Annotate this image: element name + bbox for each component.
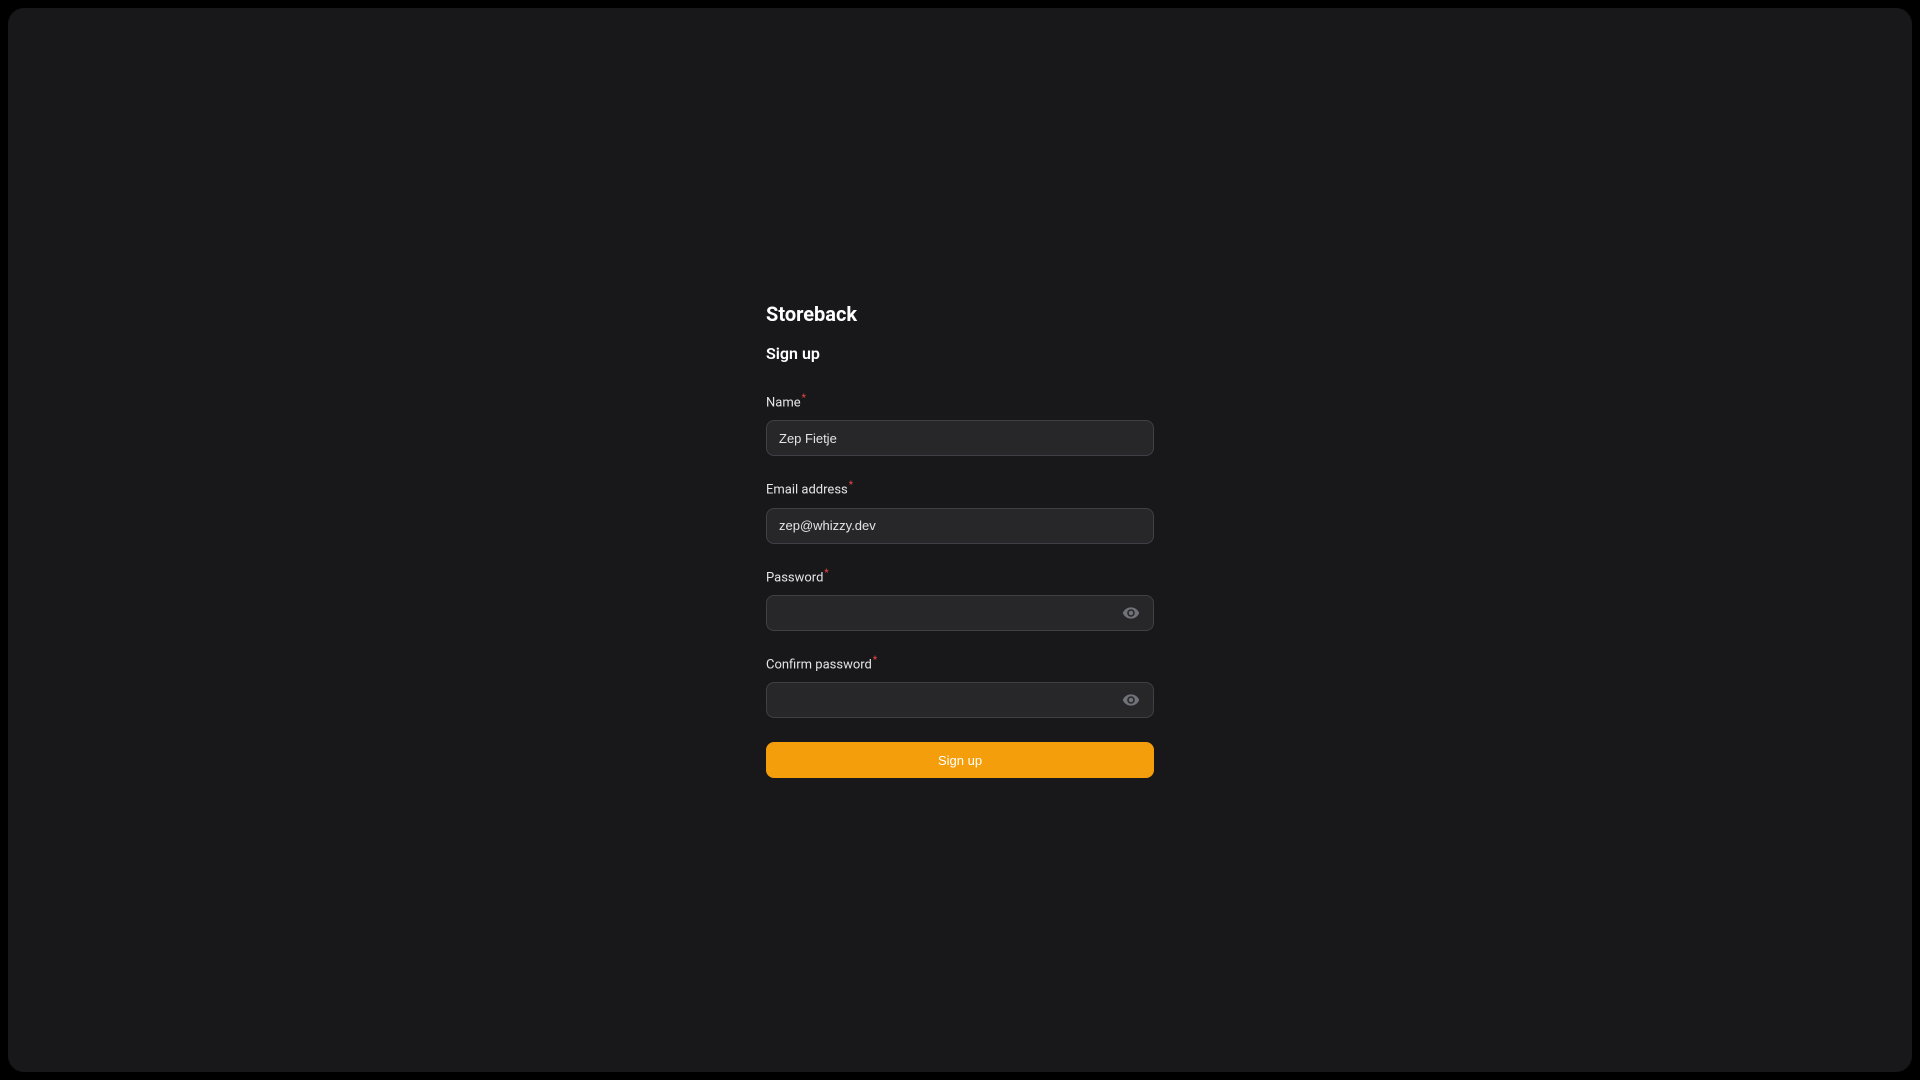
brand-title: Storeback	[766, 302, 1154, 326]
name-field-group: Name*	[766, 393, 1154, 456]
name-label-text: Name	[766, 395, 801, 410]
required-marker: *	[824, 568, 828, 579]
email-field-group: Email address*	[766, 480, 1154, 543]
password-input[interactable]	[766, 595, 1154, 631]
password-label-text: Password	[766, 570, 823, 585]
required-marker: *	[849, 480, 853, 491]
signup-button[interactable]: Sign up	[766, 742, 1154, 778]
confirm-password-visibility-toggle[interactable]	[1118, 687, 1144, 713]
email-label-text: Email address	[766, 483, 848, 498]
confirm-password-input[interactable]	[766, 682, 1154, 718]
eye-icon	[1122, 604, 1140, 622]
password-field-group: Password*	[766, 568, 1154, 631]
page-heading: Sign up	[766, 344, 1154, 363]
page-frame: Storeback Sign up Name* Email address* P…	[8, 8, 1912, 1072]
password-input-wrapper	[766, 595, 1154, 631]
email-label: Email address*	[766, 480, 1154, 497]
name-input[interactable]	[766, 420, 1154, 456]
password-label: Password*	[766, 568, 1154, 585]
password-visibility-toggle[interactable]	[1118, 600, 1144, 626]
signup-form-container: Storeback Sign up Name* Email address* P…	[766, 302, 1154, 778]
eye-icon	[1122, 691, 1140, 709]
email-input-wrapper	[766, 508, 1154, 544]
required-marker: *	[873, 655, 877, 666]
confirm-password-label: Confirm password*	[766, 655, 1154, 672]
required-marker: *	[802, 393, 806, 404]
name-input-wrapper	[766, 420, 1154, 456]
confirm-password-label-text: Confirm password	[766, 657, 872, 672]
email-input[interactable]	[766, 508, 1154, 544]
name-label: Name*	[766, 393, 1154, 410]
confirm-password-field-group: Confirm password*	[766, 655, 1154, 718]
confirm-password-input-wrapper	[766, 682, 1154, 718]
